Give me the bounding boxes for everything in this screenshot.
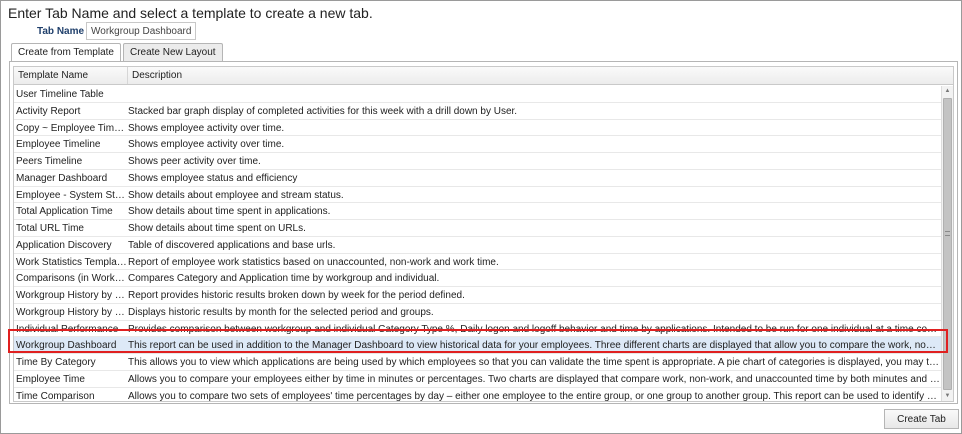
table-row[interactable]: Individual Performance Provides compariso… (14, 321, 941, 338)
create-tab-dialog: Enter Tab Name and select a template to … (0, 0, 962, 434)
description-cell: Provides comparison between workgroup an… (128, 323, 941, 335)
table-row[interactable]: Employee Time Allows you to compare your … (14, 371, 941, 388)
grid-body: User Timeline Table Activity Report Stacke… (14, 86, 941, 402)
table-row[interactable]: Time Comparison Allows you to compare two… (14, 388, 941, 402)
description-cell: Report of employee work statistics based… (128, 256, 499, 268)
description-cell: Show details about time spent on URLs. (128, 223, 306, 234)
description-cell: Stacked bar graph display of completed a… (128, 105, 518, 117)
template-name-cell: Manager Dashboard (16, 172, 108, 184)
description-cell: Allows you to compare your employees eit… (128, 373, 941, 385)
table-row[interactable]: Peers Timeline Shows peer activity over t… (14, 153, 941, 170)
table-row[interactable]: Employee - System Status Show details abo… (14, 187, 941, 204)
description-cell: Shows employee activity over time. (128, 122, 285, 134)
description-cell: Shows employee activity over time. (128, 139, 285, 151)
description-cell: Report provides historic results broken … (128, 290, 465, 301)
template-name-cell: Total Application Time (16, 206, 113, 218)
template-grid: Template Name Description User Timeline … (13, 66, 954, 402)
description-cell: Allows you to compare two sets of employ… (128, 390, 941, 402)
table-row[interactable]: Work Statistics Template (P...Report of … (14, 254, 941, 271)
table-row[interactable]: Activity Report Stacked bar graph display… (14, 103, 941, 120)
description-cell: Displays historic results by month for t… (128, 306, 434, 318)
template-name-cell: Employee - System Status (16, 189, 128, 201)
tab-strip: Create from Template Create New Layout (11, 43, 225, 62)
tab-name-input[interactable] (86, 22, 196, 40)
tab-create-from-template[interactable]: Create from Template (11, 43, 121, 62)
description-cell: Table of discovered applications and bas… (128, 239, 336, 251)
table-row[interactable]: Manager Dashboard Shows employee status a… (14, 170, 941, 187)
template-name-cell: Peers Timeline (16, 156, 83, 167)
scroll-down-arrow-icon[interactable]: ▼ (942, 391, 953, 401)
table-row[interactable]: Workgroup History by Week Report provides… (14, 287, 941, 304)
column-header-description[interactable]: Description (128, 67, 939, 84)
description-cell: Shows employee status and efficiency (128, 172, 298, 184)
template-name-cell: Copy ~ Employee Timeline (16, 122, 128, 134)
template-name-cell: Total URL Time (16, 223, 84, 234)
table-row[interactable]: Employee Timeline Shows employee activity… (14, 136, 941, 153)
template-name-cell: Comparisons (in Workgroup) (16, 273, 128, 285)
table-row[interactable]: Total Application Time Show details about… (14, 203, 941, 220)
table-row[interactable]: Application Discovery Table of discovered… (14, 237, 941, 254)
grip-icon (945, 231, 950, 236)
tab-create-new-layout[interactable]: Create New Layout (122, 43, 223, 61)
table-row[interactable]: Copy ~ Employee Timeline Shows employee a… (14, 120, 941, 137)
template-name-cell: Activity Report (16, 105, 81, 117)
description-cell: Show details about time spent in applica… (128, 206, 331, 218)
template-name-cell: Workgroup Dashboard (16, 340, 117, 352)
dialog-heading: Enter Tab Name and select a template to … (8, 5, 373, 21)
description-cell (128, 86, 941, 102)
scrollbar-thumb[interactable] (943, 98, 952, 390)
tab-name-label: Tab Name : (37, 26, 91, 37)
template-name-cell: Employee Time (16, 373, 85, 385)
column-header-template-name[interactable]: Template Name (14, 67, 128, 84)
table-row[interactable]: Total URL Time Show details about time sp… (14, 220, 941, 237)
vertical-scrollbar[interactable]: ▲ ▼ (941, 86, 953, 401)
description-cell: This allows you to view which applicatio… (128, 357, 941, 368)
table-row[interactable]: Workgroup History by MonthDisplays histo… (14, 304, 941, 321)
template-name-cell: Time Comparison (16, 390, 95, 402)
scroll-up-arrow-icon[interactable]: ▲ (942, 86, 953, 97)
template-panel: Template Name Description User Timeline … (9, 61, 958, 404)
table-row[interactable]: Comparisons (in Workgroup)Compares Categ… (14, 270, 941, 287)
template-name-cell: Workgroup History by Month (16, 306, 128, 318)
template-name-cell: Time By Category (16, 357, 96, 368)
table-row[interactable]: User Timeline Table (14, 86, 941, 103)
template-name-cell: Workgroup History by Week (16, 290, 128, 301)
template-name-cell: Work Statistics Template (P... (16, 256, 128, 268)
template-name-cell: User Timeline Table (16, 89, 104, 100)
table-row[interactable]: Workgroup Dashboard This report can be us… (14, 337, 941, 354)
template-name-cell: Individual Performance (16, 323, 119, 335)
template-name-cell: Application Discovery (16, 239, 112, 251)
description-cell: Compares Category and Application time b… (128, 273, 440, 285)
create-tab-button[interactable]: Create Tab (884, 409, 959, 429)
description-cell: Show details about employee and stream s… (128, 189, 344, 201)
description-cell: This report can be used in addition to t… (128, 340, 941, 352)
template-name-cell: Employee Timeline (16, 139, 101, 151)
description-cell: Shows peer activity over time. (128, 156, 261, 167)
grid-header: Template Name Description (14, 67, 953, 85)
table-row[interactable]: Time By Category This allows you to view … (14, 354, 941, 371)
